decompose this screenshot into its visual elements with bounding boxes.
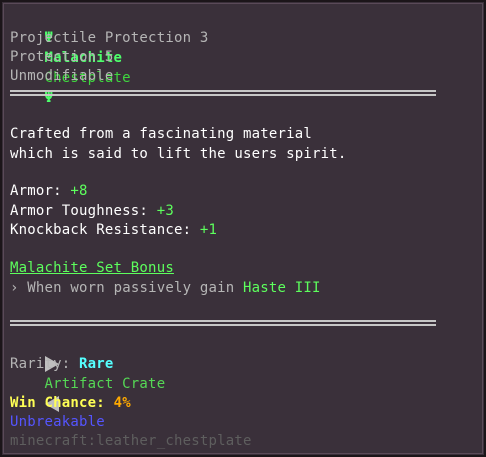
unmodifiable-line: Unmodifiable — [10, 68, 114, 84]
item-title: Ψ Malachite Chestplate Ψ — [10, 8, 131, 106]
stat-value: +1 — [199, 222, 218, 238]
stat-value: +8 — [70, 183, 88, 199]
set-bonus-effect: Haste III — [243, 280, 321, 296]
stat-armor-toughness: Armor Toughness: +3 — [10, 201, 174, 221]
win-chance-label: Win Chance: — [10, 395, 105, 411]
description-line: which is said to lift the users spirit. — [10, 146, 347, 162]
stat-knockback-resistance: Knockback Resistance: +1 — [10, 220, 217, 240]
description-line: Crafted from a fascinating material — [10, 126, 313, 142]
rarity-label: Rarity: — [10, 356, 71, 372]
stat-value: +3 — [156, 203, 174, 219]
stat-armor: Armor: +8 — [10, 181, 88, 201]
divider — [10, 90, 436, 96]
set-bonus-text: When worn passively gain — [27, 280, 235, 296]
divider — [10, 320, 436, 326]
set-bonus-line: › When worn passively gain Haste III — [10, 278, 321, 298]
win-chance-line: Win Chance: 4% — [10, 393, 131, 413]
unbreakable-line: Unbreakable — [10, 414, 105, 430]
enchantment-line: Protection 5 — [10, 49, 114, 65]
set-bonus-title: Malachite Set Bonus — [10, 260, 174, 276]
crate-line: Artifact Crate — [10, 334, 165, 412]
enchantment-line: Projectile Protection 3 — [10, 30, 209, 46]
stat-label: Armor Toughness: — [10, 203, 149, 219]
rarity-value: Rare — [79, 356, 114, 372]
crate-name: Artifact Crate — [44, 376, 166, 392]
stat-label: Armor: — [10, 183, 62, 199]
item-tooltip: Ψ Malachite Chestplate Ψ Projectile Prot… — [0, 0, 486, 457]
item-id: minecraft:leather_chestplate — [10, 433, 252, 449]
win-chance-value: 4% — [113, 395, 131, 411]
rarity-line: Rarity: Rare — [10, 354, 114, 374]
bullet-chevron-icon: › — [10, 280, 19, 296]
stat-label: Knockback Resistance: — [10, 222, 192, 238]
